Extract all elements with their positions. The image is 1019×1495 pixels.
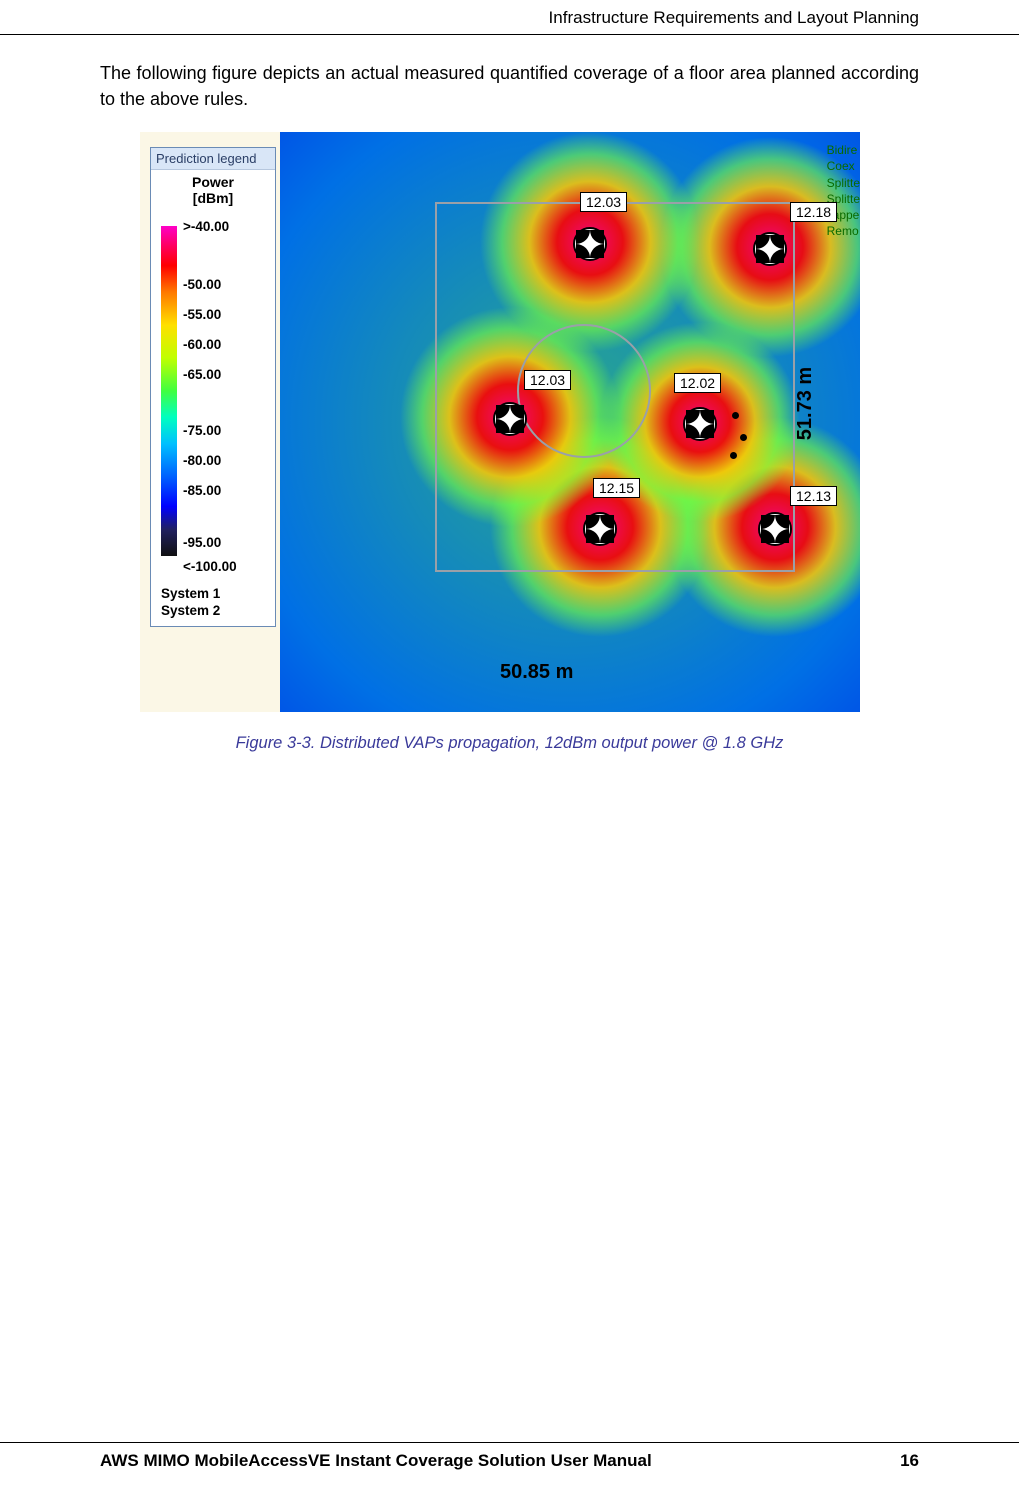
side-legend: Bidire Coex Splitte Splitte Tappe Remo [827,142,860,239]
legend-tick: -65.00 [183,368,221,382]
legend-metric-unit: [dBm] [151,190,275,206]
vap-marker-icon [753,232,787,266]
side-legend-item: Coex [827,158,860,174]
legend-system-1: System 1 [161,586,220,603]
legend-tick: -75.00 [183,424,221,438]
figure-container: Prediction legend Power [dBm] >-40.00 -5… [140,132,860,712]
legend-panel-title: Prediction legend [151,148,275,170]
page-header: Infrastructure Requirements and Layout P… [0,8,1019,35]
legend-tick: -80.00 [183,454,221,468]
legend-tick: >-40.00 [183,220,229,234]
page-content: The following figure depicts an actual m… [100,60,919,753]
vap-marker-icon [573,227,607,261]
legend-systems: System 1 System 2 [161,586,220,620]
vap-label: 12.13 [790,486,837,506]
legend-system-2: System 2 [161,603,220,620]
intro-paragraph: The following figure depicts an actual m… [100,60,919,112]
footer-page-number: 16 [900,1451,919,1471]
vap-marker-icon [583,512,617,546]
vap-label: 12.15 [593,478,640,498]
vap-label: 12.18 [790,202,837,222]
legend-tick: -95.00 [183,536,221,550]
vap-marker-icon [758,512,792,546]
floor-width-label: 50.85 m [500,661,573,684]
floor-height-label: 51.73 m [794,367,817,440]
floorplan-outline [435,202,795,572]
side-legend-item: Bidire [827,142,860,158]
legend-tick: <-100.00 [183,560,237,574]
legend-tick: -60.00 [183,338,221,352]
vap-marker-icon [683,407,717,441]
vap-label: 12.03 [580,192,627,212]
side-legend-item: Remo [827,223,860,239]
side-legend-item: Splitte [827,175,860,191]
vap-marker-icon [493,402,527,436]
footer-doc-title: AWS MIMO MobileAccessVE Instant Coverage… [100,1451,652,1471]
legend-tick: -50.00 [183,278,221,292]
figure-caption: Figure 3-3. Distributed VAPs propagation… [100,734,919,753]
section-title: Infrastructure Requirements and Layout P… [549,8,919,27]
legend-metric-name: Power [151,174,275,190]
legend-metric-header: Power [dBm] [151,170,275,206]
prediction-legend-panel: Prediction legend Power [dBm] >-40.00 -5… [150,147,276,627]
legend-tick: -55.00 [183,308,221,322]
vap-label: 12.03 [524,370,571,390]
vap-label: 12.02 [674,373,721,393]
legend-color-scale [161,226,177,556]
legend-body: Power [dBm] >-40.00 -50.00 -55.00 -60.00… [151,170,275,626]
page-footer: AWS MIMO MobileAccessVE Instant Coverage… [0,1442,1019,1471]
legend-tick: -85.00 [183,484,221,498]
coverage-heatmap: Bidire Coex Splitte Splitte Tappe Remo 1… [280,132,860,712]
